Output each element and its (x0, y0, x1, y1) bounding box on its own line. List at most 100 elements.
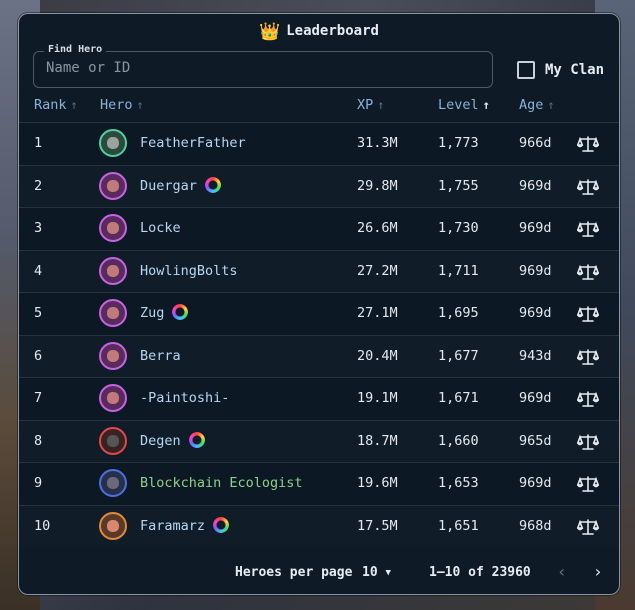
scale-icon[interactable] (577, 348, 599, 366)
table-row[interactable]: 2 Duergar 29.8M 1,755 969d (19, 164, 619, 207)
scale-icon[interactable] (577, 475, 599, 493)
caret-down-icon: ▼ (385, 568, 391, 578)
scale-icon[interactable] (577, 305, 599, 323)
table-row[interactable]: 1 FeatherFather 31.3M 1,773 966d (19, 122, 619, 165)
table-body: 1 FeatherFather 31.3M 1,773 966d 2 Duergar 29.8… (19, 122, 619, 547)
sort-arrow-icon: ↑ (377, 98, 385, 112)
hero-name-cell[interactable]: FeatherFather (140, 123, 246, 164)
rows-per-page-select[interactable]: 10 ▼ (362, 565, 391, 580)
rank-cell: 9 (34, 475, 43, 491)
table-header: Rank ↑ Hero ↑ XP ↑ Level ↑ Age ↑ (19, 97, 619, 122)
table-row[interactable]: 3 Locke 26.6M 1,730 969d (19, 207, 619, 250)
avatar-face (107, 307, 119, 319)
hero-name: Zug (140, 305, 165, 321)
hero-name: Locke (140, 220, 181, 236)
hero-avatar (99, 384, 127, 412)
hero-avatar (99, 171, 127, 200)
age-cell: 943d (519, 347, 552, 364)
age-cell: 965d (519, 432, 552, 449)
table-row[interactable]: 10 Faramarz 17.5M 1,651 968d (19, 504, 619, 547)
search-legend: Find Hero (44, 44, 107, 55)
avatar-face (107, 477, 119, 489)
xp-cell: 26.6M (357, 220, 398, 236)
rainbow-ring-badge-icon (188, 431, 205, 448)
crown-icon: 👑 (259, 22, 281, 42)
avatar-face (107, 137, 119, 149)
hero-name-cell[interactable]: Locke (140, 208, 181, 249)
table-row[interactable]: 6 Berra 20.4M 1,677 943d (19, 334, 619, 377)
level-cell: 1,730 (438, 220, 479, 236)
hero-name: HowlingBolts (140, 262, 238, 279)
rank-cell: 8 (34, 432, 43, 449)
table-row[interactable]: 4 HowlingBolts 27.2M 1,711 969d (19, 249, 619, 292)
scale-icon[interactable] (577, 135, 599, 153)
sort-arrow-icon: ↑ (136, 98, 144, 112)
hero-avatar (99, 341, 127, 370)
rows-per-page-value: 10 (362, 565, 378, 580)
hero-name-cell[interactable]: Degen (140, 421, 205, 462)
level-cell: 1,677 (438, 347, 479, 364)
xp-cell: 27.1M (357, 305, 398, 321)
column-header-xp[interactable]: XP ↑ (357, 97, 385, 113)
hero-name-cell[interactable]: -Paintoshi- (140, 378, 229, 419)
hero-name: Blockchain Ecologist (140, 475, 303, 491)
age-cell: 969d (519, 475, 552, 491)
table-row[interactable]: 7 -Paintoshi- 19.1M 1,671 969d (19, 377, 619, 420)
rank-cell: 5 (34, 305, 43, 321)
avatar-face (107, 434, 119, 447)
my-clan-filter[interactable]: My Clan (517, 61, 604, 79)
xp-cell: 19.6M (357, 475, 398, 491)
scale-icon[interactable] (577, 390, 599, 408)
chevron-left-icon[interactable]: ‹ (557, 562, 567, 581)
column-header-rank[interactable]: Rank ↑ (34, 97, 78, 113)
xp-cell: 17.5M (357, 517, 398, 534)
column-header-hero[interactable]: Hero ↑ (100, 97, 144, 113)
xp-cell: 29.8M (357, 177, 398, 194)
hero-name-cell[interactable]: Berra (140, 336, 181, 377)
table-row[interactable]: 9 Blockchain Ecologist 19.6M 1,653 969d (19, 462, 619, 505)
hero-name: Berra (140, 347, 181, 364)
scale-icon[interactable] (577, 518, 599, 536)
level-cell: 1,651 (438, 517, 479, 534)
scale-icon[interactable] (577, 263, 599, 281)
title-text: Leaderboard (286, 23, 379, 39)
xp-cell: 18.7M (357, 432, 398, 449)
my-clan-checkbox[interactable] (517, 61, 535, 79)
hero-name: Faramarz (140, 517, 206, 534)
column-header-age[interactable]: Age ↑ (519, 97, 555, 113)
rainbow-ring-badge-icon (172, 304, 189, 320)
avatar-face (107, 179, 119, 192)
xp-cell: 31.3M (357, 135, 398, 151)
rank-cell: 2 (34, 177, 43, 194)
scale-icon[interactable] (577, 220, 599, 238)
hero-name: Duergar (140, 177, 197, 194)
column-header-level[interactable]: Level ↑ (438, 97, 490, 113)
hero-name-cell[interactable]: Faramarz (140, 506, 230, 547)
hero-name-cell[interactable]: Duergar (140, 166, 221, 207)
hero-name-cell[interactable]: Blockchain Ecologist (140, 463, 303, 504)
age-cell: 968d (519, 517, 552, 534)
pagination-bar: Heroes per page 10 ▼ 1–10 of 23960 ‹ › (19, 554, 619, 594)
level-cell: 1,773 (438, 135, 479, 151)
level-cell: 1,671 (438, 390, 479, 406)
avatar-face (107, 519, 119, 532)
chevron-right-icon[interactable]: › (593, 562, 603, 581)
avatar-face (107, 349, 119, 362)
panel-title: 👑 Leaderboard (19, 22, 619, 42)
rank-cell: 6 (34, 347, 43, 364)
sort-arrow-icon: ↑ (70, 98, 78, 112)
rainbow-ring-badge-icon (213, 516, 230, 533)
table-row[interactable]: 5 Zug 27.1M 1,695 969d (19, 292, 619, 335)
rows-per-page-label: Heroes per page (235, 565, 353, 580)
table-row[interactable]: 8 Degen 18.7M 1,660 965d (19, 419, 619, 462)
hero-avatar (99, 469, 127, 497)
scale-icon[interactable] (577, 178, 599, 196)
scale-icon[interactable] (577, 433, 599, 451)
pagination-range: 1–10 of 23960 (429, 565, 531, 580)
search-field[interactable]: Find Hero (33, 44, 493, 88)
hero-avatar (99, 129, 127, 157)
hero-name-cell[interactable]: Zug (140, 293, 189, 334)
hero-name-cell[interactable]: HowlingBolts (140, 251, 238, 292)
search-input[interactable] (46, 60, 466, 76)
column-label: XP (357, 97, 374, 113)
